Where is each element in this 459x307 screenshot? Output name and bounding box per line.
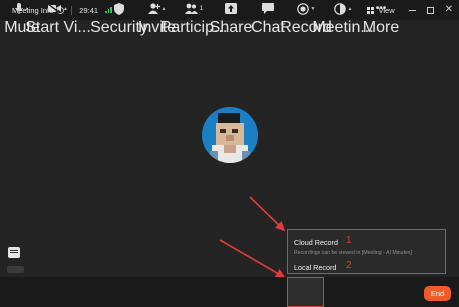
- microphone-icon: [14, 3, 23, 14]
- cloud-record-label: Cloud Record: [294, 238, 338, 247]
- cloud-record-description: Recordings can be viewed in [Meeting - A…: [294, 250, 412, 256]
- more-button[interactable]: ••• More: [362, 2, 400, 37]
- record-button-highlight: [287, 277, 324, 307]
- share-screen-icon: [225, 3, 237, 14]
- record-dropdown-menu: Cloud Record Recordings can be viewed in…: [287, 229, 446, 274]
- shield-icon: [114, 2, 124, 15]
- local-record-option[interactable]: Local Record: [294, 263, 336, 272]
- security-button[interactable]: Security: [90, 2, 148, 37]
- end-meeting-button[interactable]: End: [424, 286, 451, 301]
- chat-bubble-icon[interactable]: [8, 247, 20, 258]
- close-icon[interactable]: ✕: [445, 5, 453, 15]
- record-icon: [296, 2, 309, 15]
- start-video-button[interactable]: ▲ Start Vi...: [25, 2, 91, 37]
- minimize-icon[interactable]: [408, 9, 416, 11]
- maximize-icon[interactable]: [426, 6, 434, 14]
- annotation-number-1: 1: [346, 235, 352, 246]
- camera-off-icon: [48, 4, 62, 13]
- participants-count: 1: [199, 5, 204, 12]
- avatar: [202, 107, 258, 163]
- add-person-icon: [147, 3, 160, 14]
- local-record-label: Local Record: [294, 263, 337, 272]
- more-dots-icon: •••: [375, 2, 387, 14]
- annotation-number-2: 2: [346, 260, 352, 271]
- meeting-toolbar: [0, 277, 459, 307]
- share-button[interactable]: Share: [210, 2, 252, 37]
- meeting-apps-icon: [333, 2, 346, 15]
- meeting-apps-button[interactable]: ▲ Meetin...: [312, 2, 374, 37]
- minimized-video-bar[interactable]: [7, 266, 24, 273]
- cloud-record-option[interactable]: Cloud Record Recordings can be viewed in…: [294, 238, 412, 256]
- participants-icon: [184, 3, 198, 14]
- chat-icon: [262, 3, 274, 14]
- meeting-timer: 29:41: [79, 5, 99, 15]
- participants-button[interactable]: 1 Particip...: [161, 2, 227, 37]
